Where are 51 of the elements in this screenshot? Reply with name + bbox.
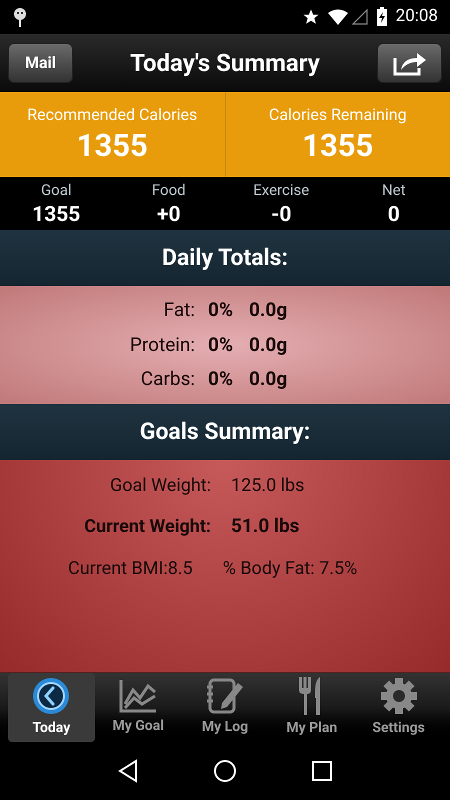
settings-icon (378, 676, 419, 716)
tab-button[interactable]: Today (8, 673, 95, 742)
tab-button[interactable]: Settings (355, 673, 442, 742)
goal-weight-value: 125.0 lbs (231, 474, 304, 498)
share-icon (392, 50, 426, 76)
mail-button[interactable]: Mail (8, 43, 73, 83)
goal-weight-label: Goal Weight: (108, 474, 211, 498)
nutrient-percent: 0% (207, 366, 233, 392)
nutrient-percent: 0% (207, 297, 233, 324)
current-weight-label: Current Weight: (83, 514, 211, 538)
current-weight-value: 51.0 lbs (231, 512, 300, 539)
signal-icon (352, 9, 368, 25)
bmi-text: Current BMI:8.5 (68, 556, 193, 580)
stat-label: Goal (40, 180, 72, 202)
battery-icon (376, 7, 388, 27)
stat-label: Food (152, 180, 186, 202)
notebook-pencil-icon (204, 677, 245, 715)
tab-button[interactable]: My Goal (94, 673, 182, 742)
goals-summary-heading: Goals Summary: (140, 416, 310, 447)
nutrient-percent: 0% (207, 332, 233, 358)
star-icon (302, 8, 320, 26)
nutrient-grams: 0.0g (249, 366, 288, 392)
tab-button[interactable]: My Log (182, 673, 268, 742)
daily-totals-heading: Daily Totals: (162, 242, 288, 273)
back-icon[interactable] (117, 759, 139, 783)
status-time: 20:08 (396, 5, 438, 28)
chart-icon (118, 678, 158, 714)
stat-label: Exercise (253, 180, 310, 202)
calorie-value: 1355 (76, 127, 148, 166)
wifi-icon (328, 9, 348, 25)
stat-label: Net (382, 180, 406, 202)
nutrient-grams: 0.0g (249, 332, 288, 358)
stat-value: +0 (157, 202, 180, 228)
calorie-value: 1355 (302, 127, 374, 166)
calorie-label: Calories Remaining (268, 104, 407, 126)
body-fat-text: % Body Fat: 7.5% (222, 556, 358, 580)
recents-icon[interactable] (311, 760, 333, 782)
calorie-label: Recommended Calories (27, 104, 198, 126)
nutrient-grams: 0.0g (249, 297, 288, 324)
share-button[interactable] (377, 43, 442, 83)
android-icon (12, 6, 28, 28)
tab-button[interactable]: My Plan (268, 673, 356, 742)
nutrient-label: Protein: (128, 332, 195, 358)
home-icon[interactable] (213, 759, 237, 783)
stat-value: 1355 (32, 202, 80, 228)
clock-icon (31, 676, 72, 716)
stat-value: 0 (388, 202, 400, 228)
nutrient-label: Fat: (162, 297, 195, 324)
stat-value: -0 (271, 202, 292, 228)
nutrient-label: Carbs: (140, 366, 195, 392)
screen-title: Today's Summary (129, 48, 321, 79)
